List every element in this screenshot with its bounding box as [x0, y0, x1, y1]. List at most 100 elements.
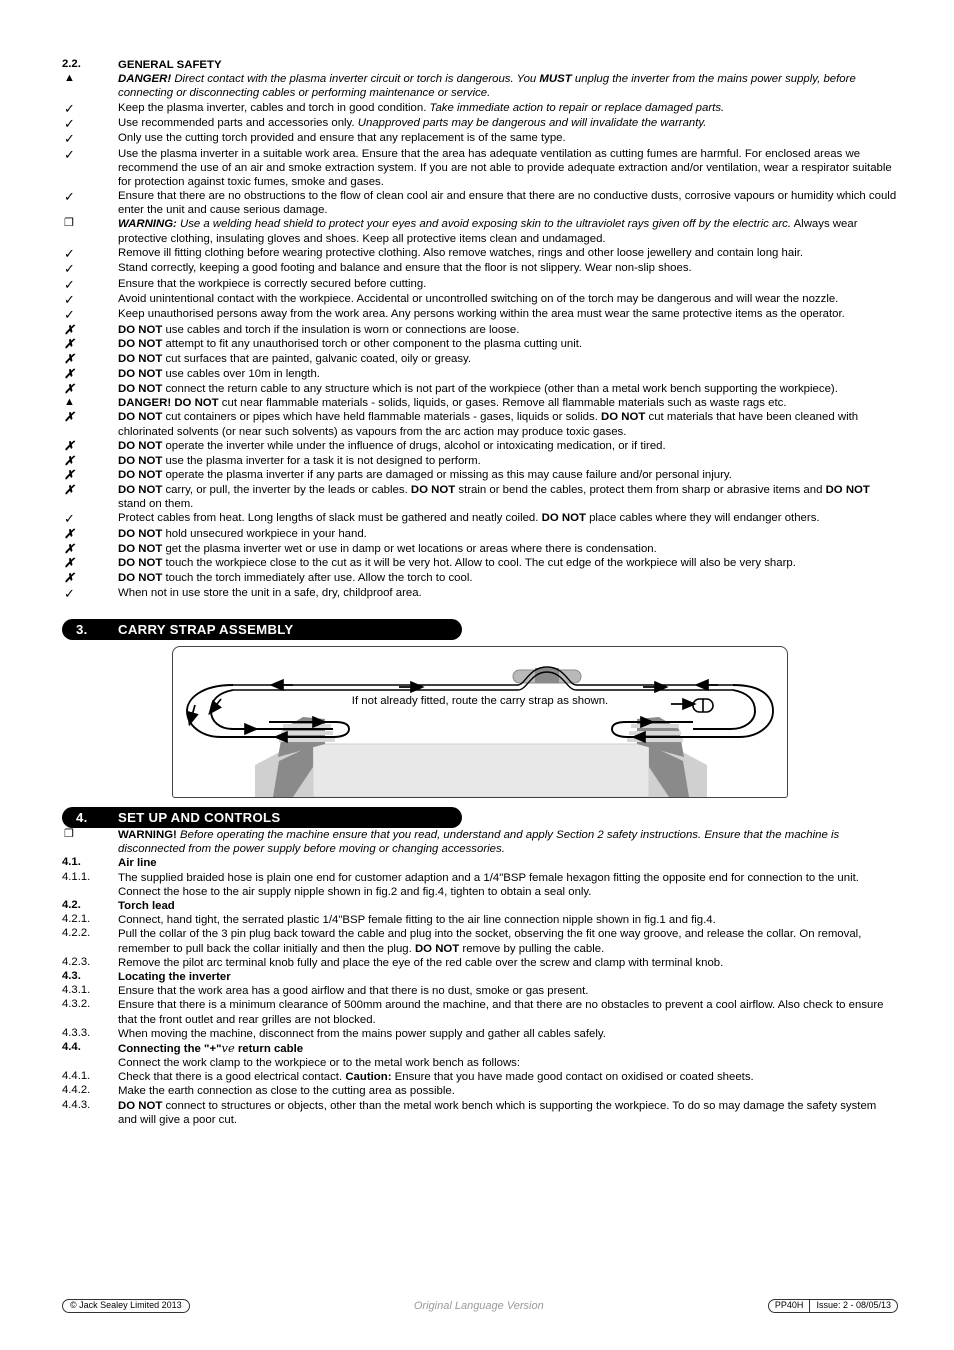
safety-item: ✗ DO NOT use cables over 10m in length. — [62, 367, 898, 382]
setup-subsection-heading: 4.3. Locating the inverter — [62, 970, 898, 984]
section-3-bar: 3. CARRY STRAP ASSEMBLY — [62, 619, 462, 641]
ex-bullet-icon: ✗ — [64, 322, 75, 337]
safety-item: ✗ DO NOT get the plasma inverter wet or u… — [62, 542, 898, 557]
setup-step-number: 4.4.3. — [62, 1098, 91, 1111]
setup-blocks: 4.1. Air line 4.1.1. The supplied braided h… — [62, 856, 898, 1127]
model-code: PP40H — [774, 1299, 804, 1310]
setup-step-text: Make the earth connection as close to th… — [118, 1085, 455, 1098]
safety-item: ✓ When not in use store the unit in a saf… — [62, 586, 898, 601]
section-2-2-number: 2.2. — [62, 58, 81, 70]
setup-step-number: 4.4.2. — [62, 1084, 91, 1097]
safety-item-text: Ensure that the workpiece is correctly s… — [118, 277, 427, 290]
safety-item-text: DO NOT use cables and torch if the insul… — [118, 323, 520, 336]
section-4-bar: 4. SET UP AND CONTROLS — [62, 807, 462, 829]
safety-item: ✗ DO NOT connect the return cable to any … — [62, 382, 898, 397]
safety-item-text: Ensure that there are no obstructions to… — [118, 190, 897, 217]
check-bullet-icon: ✓ — [64, 291, 75, 307]
safety-item: ❐ WARNING: Use a welding head shield to p… — [62, 217, 898, 245]
setup-step-text: Check that there is a good electrical co… — [118, 1071, 754, 1084]
safety-item-text: DO NOT get the plasma inverter wet or us… — [118, 542, 657, 555]
check-bullet-icon: ✓ — [64, 245, 75, 261]
check-bullet-icon: ✓ — [64, 511, 75, 527]
safety-item-text: Keep unauthorised persons away from the … — [118, 308, 845, 321]
check-bullet-icon: ✓ — [64, 276, 75, 292]
ex-bullet-icon: ✗ — [64, 352, 75, 366]
safety-item: ✓ Remove ill fitting clothing before wear… — [62, 246, 898, 261]
ex-bullet-icon: ✗ — [64, 337, 75, 352]
inverter-body — [312, 743, 650, 798]
setup-step-text: When moving the machine, disconnect from… — [118, 1027, 606, 1040]
check-bullet-icon: ✓ — [64, 189, 75, 205]
check-bullet-icon: ✓ — [64, 131, 75, 147]
safety-item: ✓ Ensure that the workpiece is correctly … — [62, 277, 898, 292]
safety-item-text: Stand correctly, keeping a good footing … — [118, 262, 692, 275]
setup-step-number: 4.3.2. — [62, 998, 91, 1011]
setup-step-text: Remove the pilot arc terminal knob fully… — [118, 956, 724, 969]
check-bullet-icon: ✓ — [64, 115, 75, 131]
setup-step: 4.3.2. Ensure that there is a minimum cle… — [62, 998, 898, 1026]
safety-item: ❐ WARNING! Before operating the machine e… — [62, 828, 898, 856]
safety-item: ✗ DO NOT use cables and torch if the insu… — [62, 323, 898, 338]
ex-bullet-icon: ✗ — [64, 556, 75, 571]
safety-item-text: DO NOT connect the return cable to any s… — [118, 382, 838, 395]
setup-step: 4.4.3. DO NOT connect to structures or ob… — [62, 1099, 898, 1127]
setup-step: 4.4.2. Make the earth connection as close… — [62, 1084, 898, 1098]
safety-item-text: DO NOT use cables over 10m in length. — [118, 367, 320, 380]
copyright-badge: © Jack Sealey Limited 2013 — [62, 1298, 190, 1314]
setup-subsection-intro: Connect the work clamp to the workpiece … — [62, 1056, 898, 1070]
safety-item: ✗ DO NOT cut containers or pipes which ha… — [62, 410, 898, 438]
safety-item-text: DO NOT operate the inverter while under … — [118, 439, 666, 452]
safety-item-text: WARNING! Before operating the machine en… — [118, 829, 840, 856]
document-page: 2.2. GENERAL SAFETY ▲ DANGER! Direct cont… — [0, 0, 954, 1350]
safety-item-text: Only use the cutting torch provided and … — [118, 132, 566, 145]
check-bullet-icon: ✓ — [64, 100, 75, 116]
square-bullet-icon: ❐ — [64, 217, 74, 230]
carry-handle — [512, 668, 582, 684]
carry-strap-diagram — [186, 666, 774, 798]
setup-step-number: 4.2.1. — [62, 913, 91, 926]
setup-step: 4.4.1. Check that there is a good electri… — [62, 1070, 898, 1084]
setup-step: 4.2.3. Remove the pilot arc terminal knob… — [62, 956, 898, 970]
setup-warning-row: ❐ WARNING! Before operating the machine e… — [62, 828, 898, 856]
section-4-number: 4. — [76, 810, 88, 826]
setup-step-text: Pull the collar of the 3 pin plug back t… — [118, 928, 862, 955]
safety-item: ✗ DO NOT use the plasma inverter for a ta… — [62, 454, 898, 469]
safety-item: ▲ DANGER! Direct contact with the plasma … — [62, 72, 898, 100]
section-3-title: CARRY STRAP ASSEMBLY — [118, 622, 294, 638]
safety-item-text: DO NOT cut containers or pipes which hav… — [118, 411, 859, 438]
safety-item: ✗ DO NOT cut surfaces that are painted, g… — [62, 352, 898, 367]
setup-subsection-number: 4.2. — [62, 899, 81, 912]
setup-subsection-heading: 4.2. Torch lead — [62, 899, 898, 913]
section-3-number: 3. — [76, 622, 88, 638]
setup-step: 4.3.3. When moving the machine, disconnec… — [62, 1027, 898, 1041]
setup-step-number: 4.3.1. — [62, 984, 91, 997]
setup-step: 4.2.1. Connect, hand tight, the serrated … — [62, 913, 898, 927]
safety-item-text: DO NOT hold unsecured workpiece in your … — [118, 527, 367, 540]
safety-item-text: DO NOT cut surfaces that are painted, ga… — [118, 353, 472, 365]
safety-item: ✓ Use recommended parts and accessories o… — [62, 116, 898, 131]
safety-item-text: DANGER! Direct contact with the plasma i… — [118, 73, 856, 100]
setup-subsection-title: Locating the inverter — [118, 970, 231, 983]
check-bullet-icon: ✓ — [64, 146, 75, 162]
setup-step: 4.2.2. Pull the collar of the 3 pin plug … — [62, 927, 898, 955]
safety-item: ✗ DO NOT hold unsecured workpiece in your… — [62, 527, 898, 542]
strap-right-loops — [611, 684, 774, 739]
safety-item-text: DO NOT operate the plasma inverter if an… — [118, 469, 732, 482]
check-bullet-icon: ✓ — [64, 585, 75, 601]
ex-bullet-icon: ✗ — [64, 438, 75, 453]
ex-bullet-icon: ✗ — [64, 453, 75, 468]
triangle-bullet-icon: ▲ — [64, 72, 75, 85]
safety-item-text: Protect cables from heat. Long lengths o… — [118, 512, 820, 525]
original-language-label: Original Language Version — [413, 1300, 544, 1312]
safety-item-text: DO NOT attempt to fit any unauthorised t… — [118, 338, 583, 351]
ex-bullet-icon: ✗ — [64, 571, 75, 586]
setup-subsection-title: Connecting the "+"ve return cable — [118, 1040, 304, 1055]
setup-step-number: 4.3.3. — [62, 1026, 91, 1039]
safety-item: ✓ Avoid unintentional contact with the wo… — [62, 292, 898, 307]
setup-subsection-title: Air line — [118, 857, 157, 870]
safety-item: ✗ DO NOT operate the plasma inverter if a… — [62, 468, 898, 483]
ex-bullet-icon: ✗ — [64, 468, 75, 483]
safety-item-text: Use the plasma inverter in a suitable wo… — [118, 147, 892, 188]
safety-item-text: DO NOT touch the torch immediately after… — [118, 572, 473, 585]
check-bullet-icon: ✓ — [64, 307, 75, 323]
